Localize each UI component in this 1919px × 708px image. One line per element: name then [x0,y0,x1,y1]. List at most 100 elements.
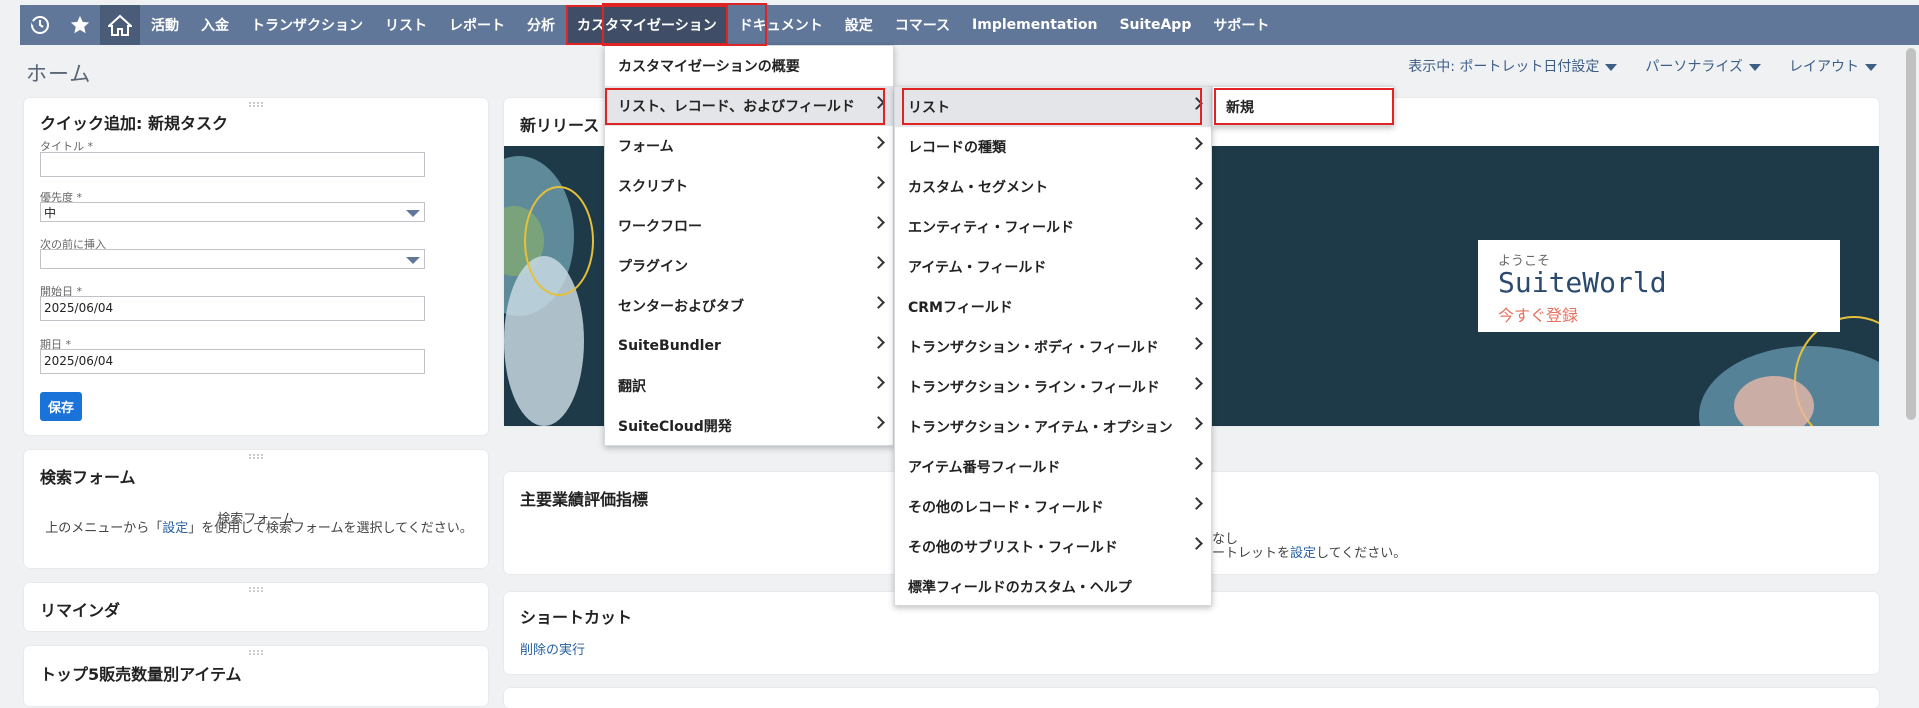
drag-handle-icon[interactable] [249,587,263,592]
chevron-right-icon [1190,417,1203,430]
settings-link[interactable]: 設定 [162,521,188,536]
chevron-down-icon [406,210,420,217]
menu-item-label: その他のサブリスト・フィールド [908,540,1118,556]
menu-suitebundler[interactable]: SuiteBundler [605,326,893,366]
chevron-right-icon [872,96,885,109]
nav-suiteapp[interactable]: SuiteApp [1108,5,1202,45]
menu-plugins[interactable]: プラグイン [605,246,893,286]
reminders-portlet: リマインダ [24,583,488,631]
recent-records-icon[interactable] [20,5,60,45]
lists-records-fields-submenu: リスト レコードの種類 カスタム・セグメント エンティティ・フィールド アイテム… [894,86,1212,606]
menu-translation[interactable]: 翻訳 [605,366,893,406]
nav-customization[interactable]: カスタマイゼーション [566,5,728,45]
drag-handle-icon[interactable] [249,650,263,655]
msg-text: してください。 [1316,546,1407,561]
menu-suitecloud-dev[interactable]: SuiteCloud開発 [605,406,893,446]
insert-before-select[interactable] [40,249,425,269]
home-icon[interactable] [100,5,140,45]
register-now-link[interactable]: 今すぐ登録 [1498,302,1578,326]
menu-item-label: センターおよびタブ [618,299,744,315]
nav-implementation[interactable]: Implementation [961,5,1108,45]
menu-custom-help[interactable]: 標準フィールドのカスタム・ヘルプ [895,567,1211,607]
menu-item-label: 翻訳 [618,379,646,395]
menu-transaction-body-fields[interactable]: トランザクション・ボディ・フィールド [895,327,1211,367]
main-nav-bar: 活動 入金 トランザクション リスト レポート 分析 カスタマイゼーション ドキ… [20,5,1919,45]
menu-item-label: フォーム [618,139,674,155]
menu-entity-fields[interactable]: エンティティ・フィールド [895,207,1211,247]
menu-scripts[interactable]: スクリプト [605,166,893,206]
nav-commerce[interactable]: コマース [884,5,961,45]
menu-item-label: リスト、レコード、およびフィールド [618,99,855,115]
priority-value: 中 [44,206,57,220]
drag-handle-icon[interactable] [249,454,263,459]
new-release-title: 新リリース [520,116,600,135]
menu-new[interactable]: 新規 [1213,87,1393,127]
nav-setup[interactable]: 設定 [834,5,884,45]
menu-lists[interactable]: リスト [895,87,1211,127]
nav-documents[interactable]: ドキュメント [728,5,834,45]
shortcut-link[interactable]: 削除の実行 [520,639,585,658]
msg-text: ートレットを [1212,546,1291,561]
favorites-star-icon[interactable] [60,5,100,45]
personalize-dropdown[interactable]: パーソナライズ [1645,56,1761,76]
quick-add-title: クイック追加: 新規タスク [40,114,228,133]
menu-other-record-fields[interactable]: その他のレコード・フィールド [895,487,1211,527]
settings-link[interactable]: 設定 [1290,546,1316,561]
kpi-title: 主要業績評価指標 [520,490,649,509]
menu-transaction-line-fields[interactable]: トランザクション・ライン・フィールド [895,367,1211,407]
lists-submenu: 新規 [1212,86,1394,126]
task-title-input[interactable] [40,152,425,177]
chevron-right-icon [872,176,885,189]
save-button[interactable]: 保存 [40,392,83,421]
chevron-down-icon [1865,63,1877,71]
menu-item-label: トランザクション・ボディ・フィールド [908,340,1159,356]
priority-select[interactable]: 中 [40,202,425,222]
menu-other-sublist-fields[interactable]: その他のサブリスト・フィールド [895,527,1211,567]
menu-item-fields[interactable]: アイテム・フィールド [895,247,1211,287]
due-date-input[interactable]: 2025/06/04 [40,349,425,374]
menu-lists-records-fields[interactable]: リスト、レコード、およびフィールド [605,86,893,126]
chevron-down-icon [406,257,420,264]
menu-item-label: レコードの種類 [908,140,1006,156]
nav-analytics[interactable]: 分析 [516,5,566,45]
nav-payments[interactable]: 入金 [190,5,240,45]
nav-transactions[interactable]: トランザクション [240,5,374,45]
nav-lists[interactable]: リスト [374,5,438,45]
welcome-box: ようこそ SuiteWorld 今すぐ登録 [1478,240,1840,332]
top5-title: トップ5販売数量別アイテム [40,665,242,684]
nav-support[interactable]: サポート [1202,5,1280,45]
menu-item-label: トランザクション・アイテム・オプション [908,420,1173,436]
layout-dropdown[interactable]: レイアウト [1789,56,1877,76]
chevron-right-icon [1190,337,1203,350]
chevron-right-icon [1190,177,1203,190]
menu-customization-overview[interactable]: カスタマイゼーションの概要 [605,46,893,86]
menu-crm-fields[interactable]: CRMフィールド [895,287,1211,327]
menu-transaction-item-options[interactable]: トランザクション・アイテム・オプション [895,407,1211,447]
menu-item-number-fields[interactable]: アイテム番号フィールド [895,447,1211,487]
msg-text: 上のメニューから「 [45,521,163,536]
chevron-right-icon [1190,257,1203,270]
menu-record-types[interactable]: レコードの種類 [895,127,1211,167]
menu-item-label: プラグイン [618,259,688,275]
page-scrollbar[interactable] [1906,48,1916,420]
chevron-right-icon [1190,97,1203,110]
menu-item-label: CRMフィールド [908,300,1013,316]
chevron-right-icon [872,216,885,229]
chevron-right-icon [872,256,885,269]
menu-item-label: エンティティ・フィールド [908,220,1075,236]
menu-centers-tabs[interactable]: センターおよびタブ [605,286,893,326]
chevron-down-icon [1749,63,1761,71]
menu-item-label: その他のレコード・フィールド [908,500,1104,516]
nav-activities[interactable]: 活動 [140,5,190,45]
chevron-right-icon [1190,377,1203,390]
menu-item-label: アイテム・フィールド [908,260,1047,276]
drag-handle-icon[interactable] [249,102,263,107]
view-controls: 表示中: ポートレット日付設定 パーソナライズ レイアウト [1408,56,1877,76]
start-date-input[interactable]: 2025/06/04 [40,296,425,321]
nav-reports[interactable]: レポート [438,5,516,45]
date-settings-dropdown[interactable]: 表示中: ポートレット日付設定 [1408,56,1618,76]
personalize-label: パーソナライズ [1645,59,1743,75]
menu-forms[interactable]: フォーム [605,126,893,166]
menu-custom-segments[interactable]: カスタム・セグメント [895,167,1211,207]
menu-workflow[interactable]: ワークフロー [605,206,893,246]
